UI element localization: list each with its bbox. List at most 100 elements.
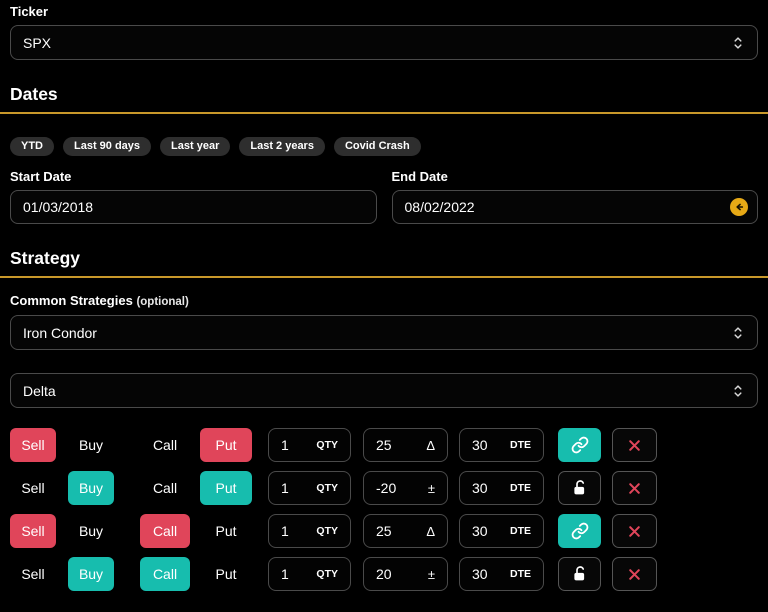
preset-ytd[interactable]: YTD: [10, 137, 54, 156]
close-icon: [629, 482, 640, 494]
ticker-select-value: SPX: [23, 34, 52, 51]
dte-input[interactable]: 30 DTE: [459, 557, 544, 591]
sell-toggle[interactable]: Sell: [10, 428, 56, 462]
delta-unit-label: Δ: [426, 437, 435, 453]
link-button[interactable]: [558, 514, 601, 548]
dates-section-title: Dates: [10, 84, 58, 104]
common-strategies-value: Iron Condor: [23, 324, 97, 341]
delta-unit-label: Δ: [426, 523, 435, 539]
common-strategies-label-text: Common Strategies: [10, 293, 133, 308]
dte-input[interactable]: 30 DTE: [459, 471, 544, 505]
end-date-value: 08/02/2022: [404, 199, 475, 215]
strategy-divider: [0, 276, 768, 278]
dte-input[interactable]: 30 DTE: [459, 428, 544, 462]
delete-leg-button[interactable]: [612, 514, 657, 548]
qty-unit-label: QTY: [316, 439, 338, 451]
date-fields: Start Date 01/03/2018 End Date 08/02/202…: [10, 169, 758, 224]
strike-mode-select[interactable]: Delta: [10, 373, 758, 408]
link-icon: [571, 436, 588, 454]
link-button[interactable]: [558, 428, 601, 462]
qty-unit-label: QTY: [316, 568, 338, 580]
qty-value: 1: [281, 523, 289, 539]
leg-row-4: Sell Buy Call Put 1 QTY 20 ± 30 DTE: [10, 557, 758, 591]
leg-row-1: Sell Buy Call Put 1 QTY 25 Δ 30 DTE: [10, 428, 758, 462]
end-date-reset-button[interactable]: [730, 198, 748, 216]
date-presets: YTD Last 90 days Last year Last 2 years …: [10, 137, 758, 156]
chevron-updown-icon: [731, 383, 745, 399]
delete-leg-button[interactable]: [612, 471, 657, 505]
put-toggle[interactable]: Put: [200, 471, 252, 505]
qty-value: 1: [281, 566, 289, 582]
leg-row-2: Sell Buy Call Put 1 QTY -20 ± 30 DTE: [10, 471, 758, 505]
qty-input[interactable]: 1 QTY: [268, 514, 351, 548]
qty-unit-label: QTY: [316, 525, 338, 537]
qty-input[interactable]: 1 QTY: [268, 471, 351, 505]
dates-divider: [0, 112, 768, 114]
buy-toggle[interactable]: Buy: [68, 557, 114, 591]
leg-row-3: Sell Buy Call Put 1 QTY 25 Δ 30 DTE: [10, 514, 758, 548]
common-strategies-select[interactable]: Iron Condor: [10, 315, 758, 350]
close-icon: [629, 568, 640, 580]
buy-toggle[interactable]: Buy: [68, 514, 114, 548]
call-toggle[interactable]: Call: [140, 557, 190, 591]
end-date-label: End Date: [391, 169, 448, 184]
buy-toggle[interactable]: Buy: [68, 471, 114, 505]
common-strategies-label: Common Strategies (optional): [10, 293, 758, 308]
strike-mode-value: Delta: [23, 382, 56, 399]
put-toggle[interactable]: Put: [200, 428, 252, 462]
call-toggle[interactable]: Call: [140, 471, 190, 505]
dte-unit-label: DTE: [510, 482, 531, 494]
strategy-builder-panel: { "colors": { "accent_gold": "#c9982a", …: [0, 0, 768, 612]
delete-leg-button[interactable]: [612, 557, 657, 591]
delta-value: 25: [376, 523, 392, 539]
sell-toggle[interactable]: Sell: [10, 514, 56, 548]
dte-unit-label: DTE: [510, 525, 531, 537]
qty-input[interactable]: 1 QTY: [268, 557, 351, 591]
call-toggle[interactable]: Call: [140, 428, 190, 462]
delete-leg-button[interactable]: [612, 428, 657, 462]
dte-unit-label: DTE: [510, 439, 531, 451]
dte-value: 30: [472, 566, 488, 582]
start-date-input[interactable]: 01/03/2018: [10, 190, 377, 224]
arrow-left-icon: [736, 203, 744, 211]
start-date-label: Start Date: [10, 169, 72, 184]
qty-value: 1: [281, 480, 289, 496]
qty-input[interactable]: 1 QTY: [268, 428, 351, 462]
lock-button[interactable]: [558, 471, 601, 505]
delta-value: 25: [376, 437, 392, 453]
strategy-legs: Sell Buy Call Put 1 QTY 25 Δ 30 DTE Sell Bu…: [10, 428, 758, 591]
delta-input[interactable]: 25 Δ: [363, 428, 448, 462]
dte-value: 30: [472, 437, 488, 453]
sell-toggle[interactable]: Sell: [10, 471, 56, 505]
sell-toggle[interactable]: Sell: [10, 557, 56, 591]
qty-unit-label: QTY: [316, 482, 338, 494]
buy-toggle[interactable]: Buy: [68, 428, 114, 462]
preset-covid-crash[interactable]: Covid Crash: [333, 137, 421, 156]
offset-input[interactable]: -20 ±: [363, 471, 448, 505]
lock-button[interactable]: [558, 557, 601, 591]
end-date-input[interactable]: 08/02/2022: [391, 190, 758, 224]
preset-last-90-days[interactable]: Last 90 days: [63, 137, 152, 156]
dte-value: 30: [472, 480, 488, 496]
call-toggle[interactable]: Call: [140, 514, 190, 548]
ticker-select[interactable]: SPX: [10, 25, 758, 60]
dte-unit-label: DTE: [510, 568, 531, 580]
offset-value: -20: [376, 480, 397, 496]
preset-last-year[interactable]: Last year: [160, 137, 231, 156]
preset-last-2-years[interactable]: Last 2 years: [239, 137, 325, 156]
chevron-updown-icon: [731, 325, 745, 341]
unlock-icon: [573, 480, 584, 495]
offset-value: 20: [376, 566, 392, 582]
strategy-section-title: Strategy: [10, 248, 81, 268]
close-icon: [629, 525, 640, 537]
qty-value: 1: [281, 437, 289, 453]
put-toggle[interactable]: Put: [200, 514, 252, 548]
delta-input[interactable]: 25 Δ: [363, 514, 448, 548]
close-icon: [629, 439, 640, 451]
dte-input[interactable]: 30 DTE: [459, 514, 544, 548]
put-toggle[interactable]: Put: [200, 557, 252, 591]
link-icon: [571, 522, 588, 540]
offset-input[interactable]: 20 ±: [363, 557, 448, 591]
offset-unit-label: ±: [427, 480, 435, 496]
unlock-icon: [573, 566, 584, 581]
